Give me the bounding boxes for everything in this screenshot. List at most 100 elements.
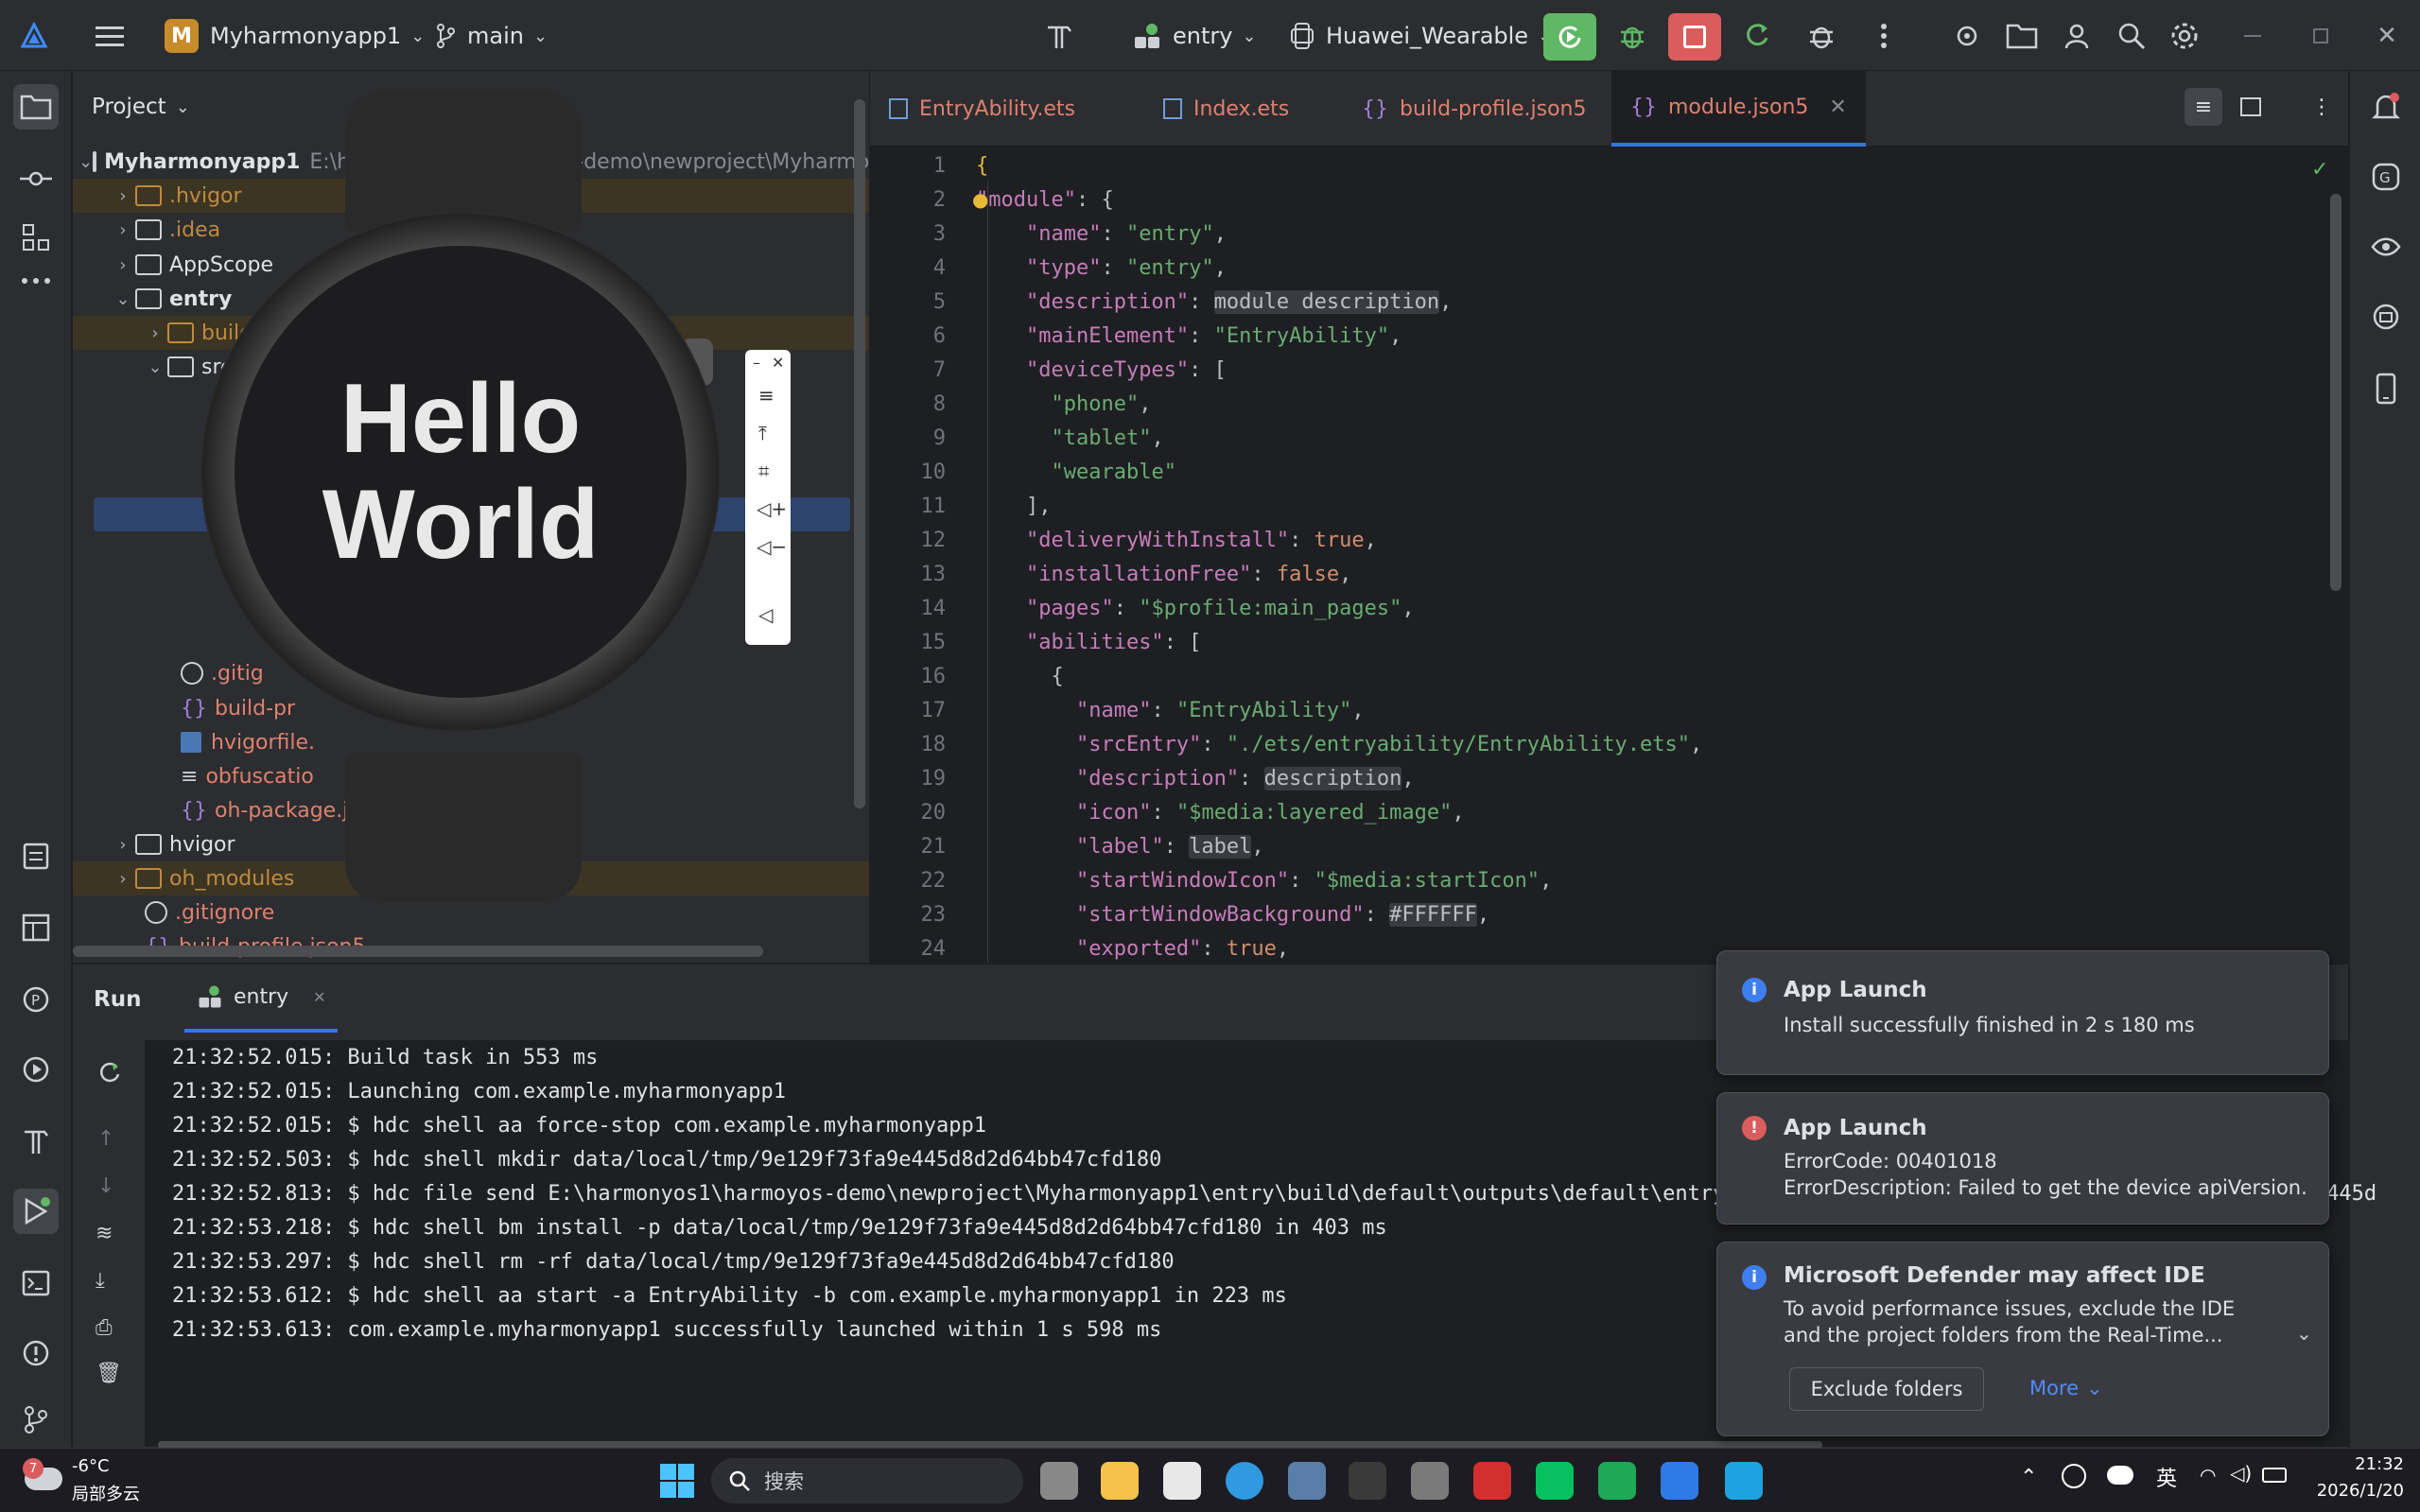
terminal-app-icon[interactable] xyxy=(1349,1462,1386,1500)
trash-icon[interactable]: 🗑 xyxy=(96,1362,122,1385)
notification-install[interactable]: i App Launch Install successfully finish… xyxy=(1716,950,2329,1075)
debug-bug-icon[interactable] xyxy=(1613,17,1651,55)
emulator-minimize-icon[interactable]: – xyxy=(753,354,760,372)
code-area[interactable]: 1{2 "module": {3 "name": "entry", 4 "type"… xyxy=(870,147,2326,963)
code-line[interactable]: 12 "deliveryWithInstall": true, xyxy=(870,523,2326,557)
editor-vscrollbar[interactable] xyxy=(2330,194,2342,591)
emulator-close-icon[interactable]: ✕ xyxy=(772,354,784,372)
code-line[interactable]: 10 "wearable" xyxy=(870,455,2326,489)
tab-more-icon[interactable]: ⋮ xyxy=(2307,88,2336,126)
layout-inspector-icon[interactable] xyxy=(13,905,59,950)
windows-start-icon[interactable] xyxy=(658,1462,696,1500)
expand-chevron-icon[interactable]: ⌄ xyxy=(2296,1322,2312,1345)
code-line[interactable]: 14 "pages": "$profile:main_pages", xyxy=(870,591,2326,625)
code-line[interactable]: 23 "startWindowBackground": #FFFFFF, xyxy=(870,897,2326,931)
rerun-button[interactable] xyxy=(1543,13,1596,61)
search-icon[interactable] xyxy=(2113,17,2150,55)
previewer-eye-icon[interactable] xyxy=(2363,224,2409,269)
split-view-icon[interactable] xyxy=(2232,88,2270,126)
notification-error[interactable]: ! App Launch ErrorCode: 00401018 ErrorDe… xyxy=(1716,1092,2329,1225)
commit-icon[interactable] xyxy=(13,156,59,201)
more-link[interactable]: More ⌄ xyxy=(2029,1377,2103,1399)
watch-screen[interactable]: Hello World xyxy=(235,246,687,698)
battery-icon[interactable] xyxy=(2262,1468,2287,1483)
main-menu-icon[interactable] xyxy=(91,17,129,55)
lightbulb-icon[interactable]: ● xyxy=(972,188,988,211)
emulator-back-icon[interactable]: ◁ xyxy=(758,603,773,626)
code-line[interactable]: 9 "tablet", xyxy=(870,421,2326,455)
close-icon[interactable]: ✕ xyxy=(2368,17,2406,55)
soft-wrap-icon[interactable]: ≋ xyxy=(96,1222,113,1245)
notification-defender[interactable]: i Microsoft Defender may affect IDE To a… xyxy=(1716,1242,2329,1436)
more-tools-icon[interactable] xyxy=(13,258,59,304)
scroll-to-end-icon[interactable]: ⤓ xyxy=(96,1269,105,1293)
device-selector[interactable]: Huawei_Wearable ⌄ xyxy=(1288,17,1552,55)
clock-time[interactable]: 21:32 xyxy=(2319,1454,2404,1474)
code-line[interactable]: 19 "description": description, xyxy=(870,761,2326,795)
profiler-icon[interactable]: P xyxy=(13,977,59,1022)
code-line[interactable]: 1{ xyxy=(870,148,2326,182)
code-line[interactable]: 11 ], xyxy=(870,489,2326,523)
code-line[interactable]: 15 "abilities": [ xyxy=(870,625,2326,659)
code-view-icon[interactable]: ≡ xyxy=(2185,88,2222,126)
project-tool-folder-icon[interactable] xyxy=(13,84,59,130)
device-manager-icon[interactable] xyxy=(2003,17,2041,55)
notepad-app-icon[interactable] xyxy=(1411,1462,1449,1500)
emulator-menu-icon[interactable]: ≡ xyxy=(758,384,775,407)
code-line[interactable]: 22 "startWindowIcon": "$media:startIcon"… xyxy=(870,863,2326,897)
minimize-icon[interactable] xyxy=(2234,17,2272,55)
wearable-emulator[interactable]: Hello World xyxy=(189,91,728,902)
assistant-icon[interactable] xyxy=(2363,294,2409,339)
code-line[interactable]: 2 "module": { xyxy=(870,182,2326,217)
edge-browser-icon[interactable] xyxy=(1226,1462,1263,1500)
run-anything-icon[interactable] xyxy=(13,1047,59,1092)
code-line[interactable]: 21 "label": label, xyxy=(870,829,2326,863)
code-line[interactable]: 16 { xyxy=(870,659,2326,693)
problems-icon[interactable] xyxy=(13,1330,59,1376)
more-actions-icon[interactable] xyxy=(1865,17,1903,55)
stop-button[interactable] xyxy=(1668,13,1721,61)
emulator-screenshot-icon[interactable]: ⌗ xyxy=(758,460,769,482)
deveco-studio-active-icon[interactable] xyxy=(1725,1462,1763,1500)
project-hscrollbar[interactable] xyxy=(73,946,763,957)
code-line[interactable]: 5 "description": module description, xyxy=(870,285,2326,319)
build-icon[interactable] xyxy=(13,1119,59,1164)
notifications-bell-icon[interactable] xyxy=(2363,84,2409,130)
emulator-volume-up-icon[interactable]: ◁+ xyxy=(757,497,787,520)
code-line[interactable]: 13 "installationFree": false, xyxy=(870,557,2326,591)
attach-debugger-icon[interactable] xyxy=(1802,17,1840,55)
terminal-icon[interactable] xyxy=(13,1260,59,1306)
build-hammer-icon[interactable] xyxy=(1040,17,1078,55)
ms-store-icon[interactable] xyxy=(1163,1462,1201,1500)
codegenie-icon[interactable]: G xyxy=(2363,154,2409,200)
tab-build-profile[interactable]: {} build-profile.json5 xyxy=(1343,71,1606,147)
maximize-icon[interactable] xyxy=(2302,17,2340,55)
tab-entryability[interactable]: EntryAbility.ets xyxy=(870,71,1094,147)
task-view-icon[interactable] xyxy=(1040,1462,1078,1500)
file-explorer-icon[interactable] xyxy=(1101,1462,1139,1500)
account-icon[interactable] xyxy=(2058,17,2096,55)
code-line[interactable]: 8 "phone", xyxy=(870,387,2326,421)
exclude-folders-button[interactable]: Exclude folders xyxy=(1789,1367,1984,1411)
control-panel-icon[interactable] xyxy=(1288,1462,1326,1500)
volume-icon[interactable]: ◁) xyxy=(2230,1462,2252,1485)
deveco-taskbar-icon[interactable] xyxy=(1661,1462,1698,1500)
project-view-selector[interactable]: Project ⌄ xyxy=(92,92,190,122)
code-line[interactable]: 3 "name": "entry", xyxy=(870,217,2326,251)
code-line[interactable]: 20 "icon": "$media:layered_image", xyxy=(870,795,2326,829)
todo-icon[interactable] xyxy=(13,833,59,878)
emulator-pin-top-icon[interactable]: ⤒ xyxy=(758,422,767,444)
weather-cloud-icon[interactable]: 7 xyxy=(23,1458,64,1496)
run-tool-icon[interactable] xyxy=(13,1189,59,1234)
clock-date[interactable]: 2026/1/20 xyxy=(2307,1481,2404,1501)
inspection-ok-icon[interactable]: ✓ xyxy=(2311,158,2328,182)
code-line[interactable]: 4 "type": "entry", xyxy=(870,251,2326,285)
run-config-selector[interactable]: entry ⌄ xyxy=(1131,17,1257,55)
tab-index[interactable]: Index.ets xyxy=(1144,71,1308,147)
code-line[interactable]: 6 "mainElement": "EntryAbility", xyxy=(870,319,2326,353)
tray-sync-icon[interactable] xyxy=(2062,1464,2086,1488)
scroll-down-icon[interactable]: ↓ xyxy=(97,1174,114,1198)
taskbar-search-box[interactable]: 搜索 xyxy=(711,1458,1023,1503)
code-line[interactable]: 17 "name": "EntryAbility", xyxy=(870,693,2326,727)
wps-office-icon[interactable] xyxy=(1473,1462,1511,1500)
